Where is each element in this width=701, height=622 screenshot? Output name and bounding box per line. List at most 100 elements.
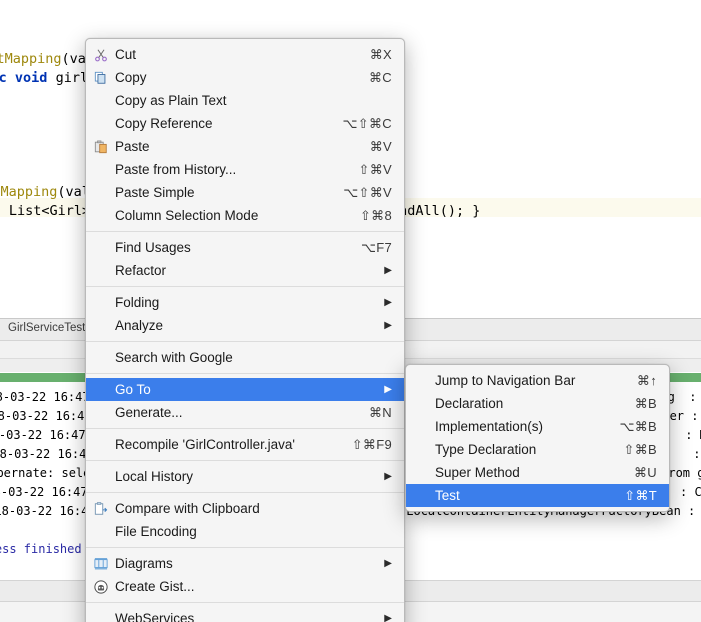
submenu-item-type-declaration[interactable]: Type Declaration ⇧⌘B bbox=[406, 438, 669, 461]
menu-item-cut[interactable]: Cut ⌘X bbox=[86, 43, 404, 66]
icon-placeholder bbox=[88, 607, 114, 622]
icon-placeholder bbox=[88, 314, 114, 337]
menu-item-label: Paste Simple bbox=[115, 185, 195, 200]
menu-item-label: Jump to Navigation Bar bbox=[435, 373, 576, 388]
menu-item-shortcut: ⌘C bbox=[369, 69, 392, 85]
menu-item-label: Paste from History... bbox=[115, 162, 237, 177]
submenu-item-test[interactable]: Test ⇧⌘T bbox=[406, 484, 669, 507]
menu-item-shortcut: ⇧⌘T bbox=[624, 487, 657, 503]
menu-item-label: Test bbox=[435, 488, 460, 503]
submenu-item-implementation-s[interactable]: Implementation(s) ⌥⌘B bbox=[406, 415, 669, 438]
submenu-arrow-icon: ▶ bbox=[384, 470, 392, 482]
menu-separator bbox=[86, 492, 404, 493]
menu-item-shortcut: ⇧⌘8 bbox=[359, 207, 392, 223]
menu-item-label: Cut bbox=[115, 47, 137, 62]
paste-icon bbox=[88, 135, 114, 158]
menu-item-shortcut: ⇧⌘F9 bbox=[351, 436, 392, 452]
menu-item-copy-reference[interactable]: Copy Reference ⌥⇧⌘C bbox=[86, 112, 404, 135]
menu-item-shortcut: ⌥⇧⌘C bbox=[342, 115, 392, 131]
menu-item-label: Folding bbox=[115, 295, 160, 310]
menu-item-copy[interactable]: Copy ⌘C bbox=[86, 66, 404, 89]
menu-item-label: Recompile 'GirlController.java' bbox=[115, 437, 295, 452]
menu-item-refactor[interactable]: Refactor ▶ bbox=[86, 259, 404, 282]
icon-placeholder bbox=[408, 392, 434, 415]
menu-separator bbox=[86, 341, 404, 342]
icon-placeholder bbox=[88, 204, 114, 227]
menu-item-paste[interactable]: Paste ⌘V bbox=[86, 135, 404, 158]
menu-item-search-with-google[interactable]: Search with Google bbox=[86, 346, 404, 369]
menu-item-label: File Encoding bbox=[115, 524, 197, 539]
menu-item-shortcut: ⌘V bbox=[369, 138, 392, 154]
menu-separator bbox=[86, 460, 404, 461]
editor-context-menu[interactable]: Cut ⌘X Copy ⌘C Copy as Plain Text Copy Refere… bbox=[85, 38, 405, 622]
menu-item-paste-from-history[interactable]: Paste from History... ⇧⌘V bbox=[86, 158, 404, 181]
submenu-item-declaration[interactable]: Declaration ⌘B bbox=[406, 392, 669, 415]
menu-item-label: Create Gist... bbox=[115, 579, 195, 594]
icon-placeholder bbox=[88, 89, 114, 112]
cut-icon bbox=[88, 43, 114, 66]
icon-placeholder bbox=[88, 378, 114, 401]
menu-separator bbox=[86, 373, 404, 374]
menu-item-label: WebServices bbox=[115, 611, 195, 622]
menu-item-shortcut: ⌥⇧⌘V bbox=[343, 184, 392, 200]
menu-separator bbox=[86, 547, 404, 548]
icon-placeholder bbox=[88, 291, 114, 314]
submenu-arrow-icon: ▶ bbox=[384, 319, 392, 331]
icon-placeholder bbox=[408, 369, 434, 392]
submenu-item-jump-to-navigation-bar[interactable]: Jump to Navigation Bar ⌘↑ bbox=[406, 369, 669, 392]
menu-item-local-history[interactable]: Local History ▶ bbox=[86, 465, 404, 488]
menu-item-label: Copy bbox=[115, 70, 147, 85]
go-to-submenu[interactable]: Jump to Navigation Bar ⌘↑ Declaration ⌘B Imp… bbox=[405, 364, 670, 512]
submenu-arrow-icon: ▶ bbox=[384, 612, 392, 622]
submenu-arrow-icon: ▶ bbox=[384, 296, 392, 308]
github-icon bbox=[88, 575, 114, 598]
menu-item-label: Find Usages bbox=[115, 240, 191, 255]
icon-placeholder bbox=[88, 112, 114, 135]
menu-item-shortcut: ⌘X bbox=[369, 46, 392, 62]
menu-item-label: Local History bbox=[115, 469, 194, 484]
menu-item-file-encoding[interactable]: File Encoding bbox=[86, 520, 404, 543]
icon-placeholder bbox=[408, 438, 434, 461]
menu-item-find-usages[interactable]: Find Usages ⌥F7 bbox=[86, 236, 404, 259]
menu-item-shortcut: ⌘N bbox=[369, 404, 392, 420]
menu-item-label: Diagrams bbox=[115, 556, 173, 571]
menu-item-create-gist[interactable]: Create Gist... bbox=[86, 575, 404, 598]
menu-item-recompile-girlcontroller-java[interactable]: Recompile 'GirlController.java' ⇧⌘F9 bbox=[86, 433, 404, 456]
clipboard-compare-icon bbox=[88, 497, 114, 520]
menu-item-label: Analyze bbox=[115, 318, 164, 333]
menu-item-label: Implementation(s) bbox=[435, 419, 544, 434]
menu-item-shortcut: ⇧⌘V bbox=[358, 161, 392, 177]
icon-placeholder bbox=[88, 346, 114, 369]
submenu-arrow-icon: ▶ bbox=[384, 557, 392, 569]
menu-item-label: Compare with Clipboard bbox=[115, 501, 260, 516]
menu-item-shortcut: ⌘↑ bbox=[636, 372, 657, 388]
menu-item-generate[interactable]: Generate... ⌘N bbox=[86, 401, 404, 424]
submenu-arrow-icon: ▶ bbox=[384, 264, 392, 276]
menu-item-analyze[interactable]: Analyze ▶ bbox=[86, 314, 404, 337]
icon-placeholder bbox=[88, 433, 114, 456]
menu-item-shortcut: ⌥⌘B bbox=[619, 418, 657, 434]
menu-item-compare-with-clipboard[interactable]: Compare with Clipboard bbox=[86, 497, 404, 520]
menu-item-webservices[interactable]: WebServices ▶ bbox=[86, 607, 404, 622]
menu-item-paste-simple[interactable]: Paste Simple ⌥⇧⌘V bbox=[86, 181, 404, 204]
menu-item-label: Generate... bbox=[115, 405, 183, 420]
menu-item-diagrams[interactable]: Diagrams ▶ bbox=[86, 552, 404, 575]
menu-item-label: Type Declaration bbox=[435, 442, 537, 457]
menu-item-label: Super Method bbox=[435, 465, 520, 480]
menu-item-copy-as-plain-text[interactable]: Copy as Plain Text bbox=[86, 89, 404, 112]
icon-placeholder bbox=[88, 259, 114, 282]
menu-item-folding[interactable]: Folding ▶ bbox=[86, 291, 404, 314]
icon-placeholder bbox=[408, 461, 434, 484]
icon-placeholder bbox=[88, 236, 114, 259]
menu-item-shortcut: ⇧⌘B bbox=[623, 441, 657, 457]
menu-separator bbox=[86, 428, 404, 429]
menu-item-go-to[interactable]: Go To ▶ bbox=[86, 378, 404, 401]
menu-item-shortcut: ⌘B bbox=[634, 395, 657, 411]
icon-placeholder bbox=[88, 520, 114, 543]
menu-item-shortcut: ⌥F7 bbox=[360, 239, 392, 255]
menu-separator bbox=[86, 231, 404, 232]
menu-item-column-selection-mode[interactable]: Column Selection Mode ⇧⌘8 bbox=[86, 204, 404, 227]
menu-item-shortcut: ⌘U bbox=[634, 464, 657, 480]
icon-placeholder bbox=[408, 484, 434, 507]
submenu-item-super-method[interactable]: Super Method ⌘U bbox=[406, 461, 669, 484]
